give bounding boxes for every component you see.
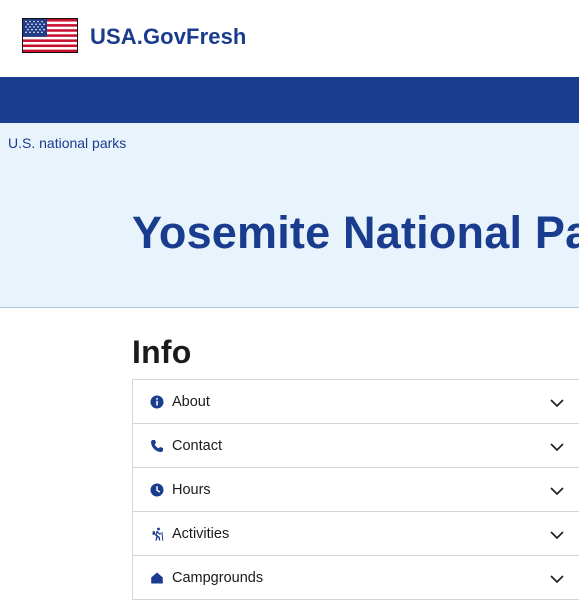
us-flag-icon <box>22 18 78 53</box>
chevron-down-icon <box>550 571 564 584</box>
accordion-label: Activities <box>172 525 230 542</box>
accordion-item-hours[interactable]: Hours <box>133 468 579 512</box>
page-title: Yosemite National Park <box>132 207 579 258</box>
accordion-item-activities[interactable]: Activities <box>133 512 579 556</box>
phone-icon <box>149 438 165 454</box>
accordion-item-contact[interactable]: Contact <box>133 424 579 468</box>
chevron-down-icon <box>550 395 564 408</box>
info-circle-icon <box>149 394 165 410</box>
site-title: USA.GovFresh <box>90 23 247 49</box>
breadcrumb-link[interactable]: U.S. national parks <box>8 135 126 151</box>
hero-banner: U.S. national parks Yosemite National Pa… <box>0 123 579 308</box>
hiking-icon <box>149 526 165 542</box>
clock-icon <box>149 482 165 498</box>
accordion-label: Hours <box>172 481 211 498</box>
info-heading: Info <box>132 334 192 370</box>
accordion-item-about[interactable]: About <box>133 380 579 424</box>
site-brand-link[interactable]: USA.GovFresh <box>22 18 246 53</box>
campground-icon <box>149 570 165 586</box>
accordion-label: Contact <box>172 437 222 454</box>
chevron-down-icon <box>550 527 564 540</box>
accordion-item-campgrounds[interactable]: Campgrounds <box>133 556 579 600</box>
info-section: Info About Contact Hours Activities Camp… <box>132 334 579 600</box>
chevron-down-icon <box>550 483 564 496</box>
chevron-down-icon <box>550 439 564 452</box>
accordion-label: Campgrounds <box>172 569 264 586</box>
accordion-label: About <box>172 393 210 410</box>
site-header: USA.GovFresh <box>0 0 579 77</box>
info-accordion: About Contact Hours Activities Campgroun… <box>132 379 579 600</box>
primary-navbar <box>0 77 579 123</box>
